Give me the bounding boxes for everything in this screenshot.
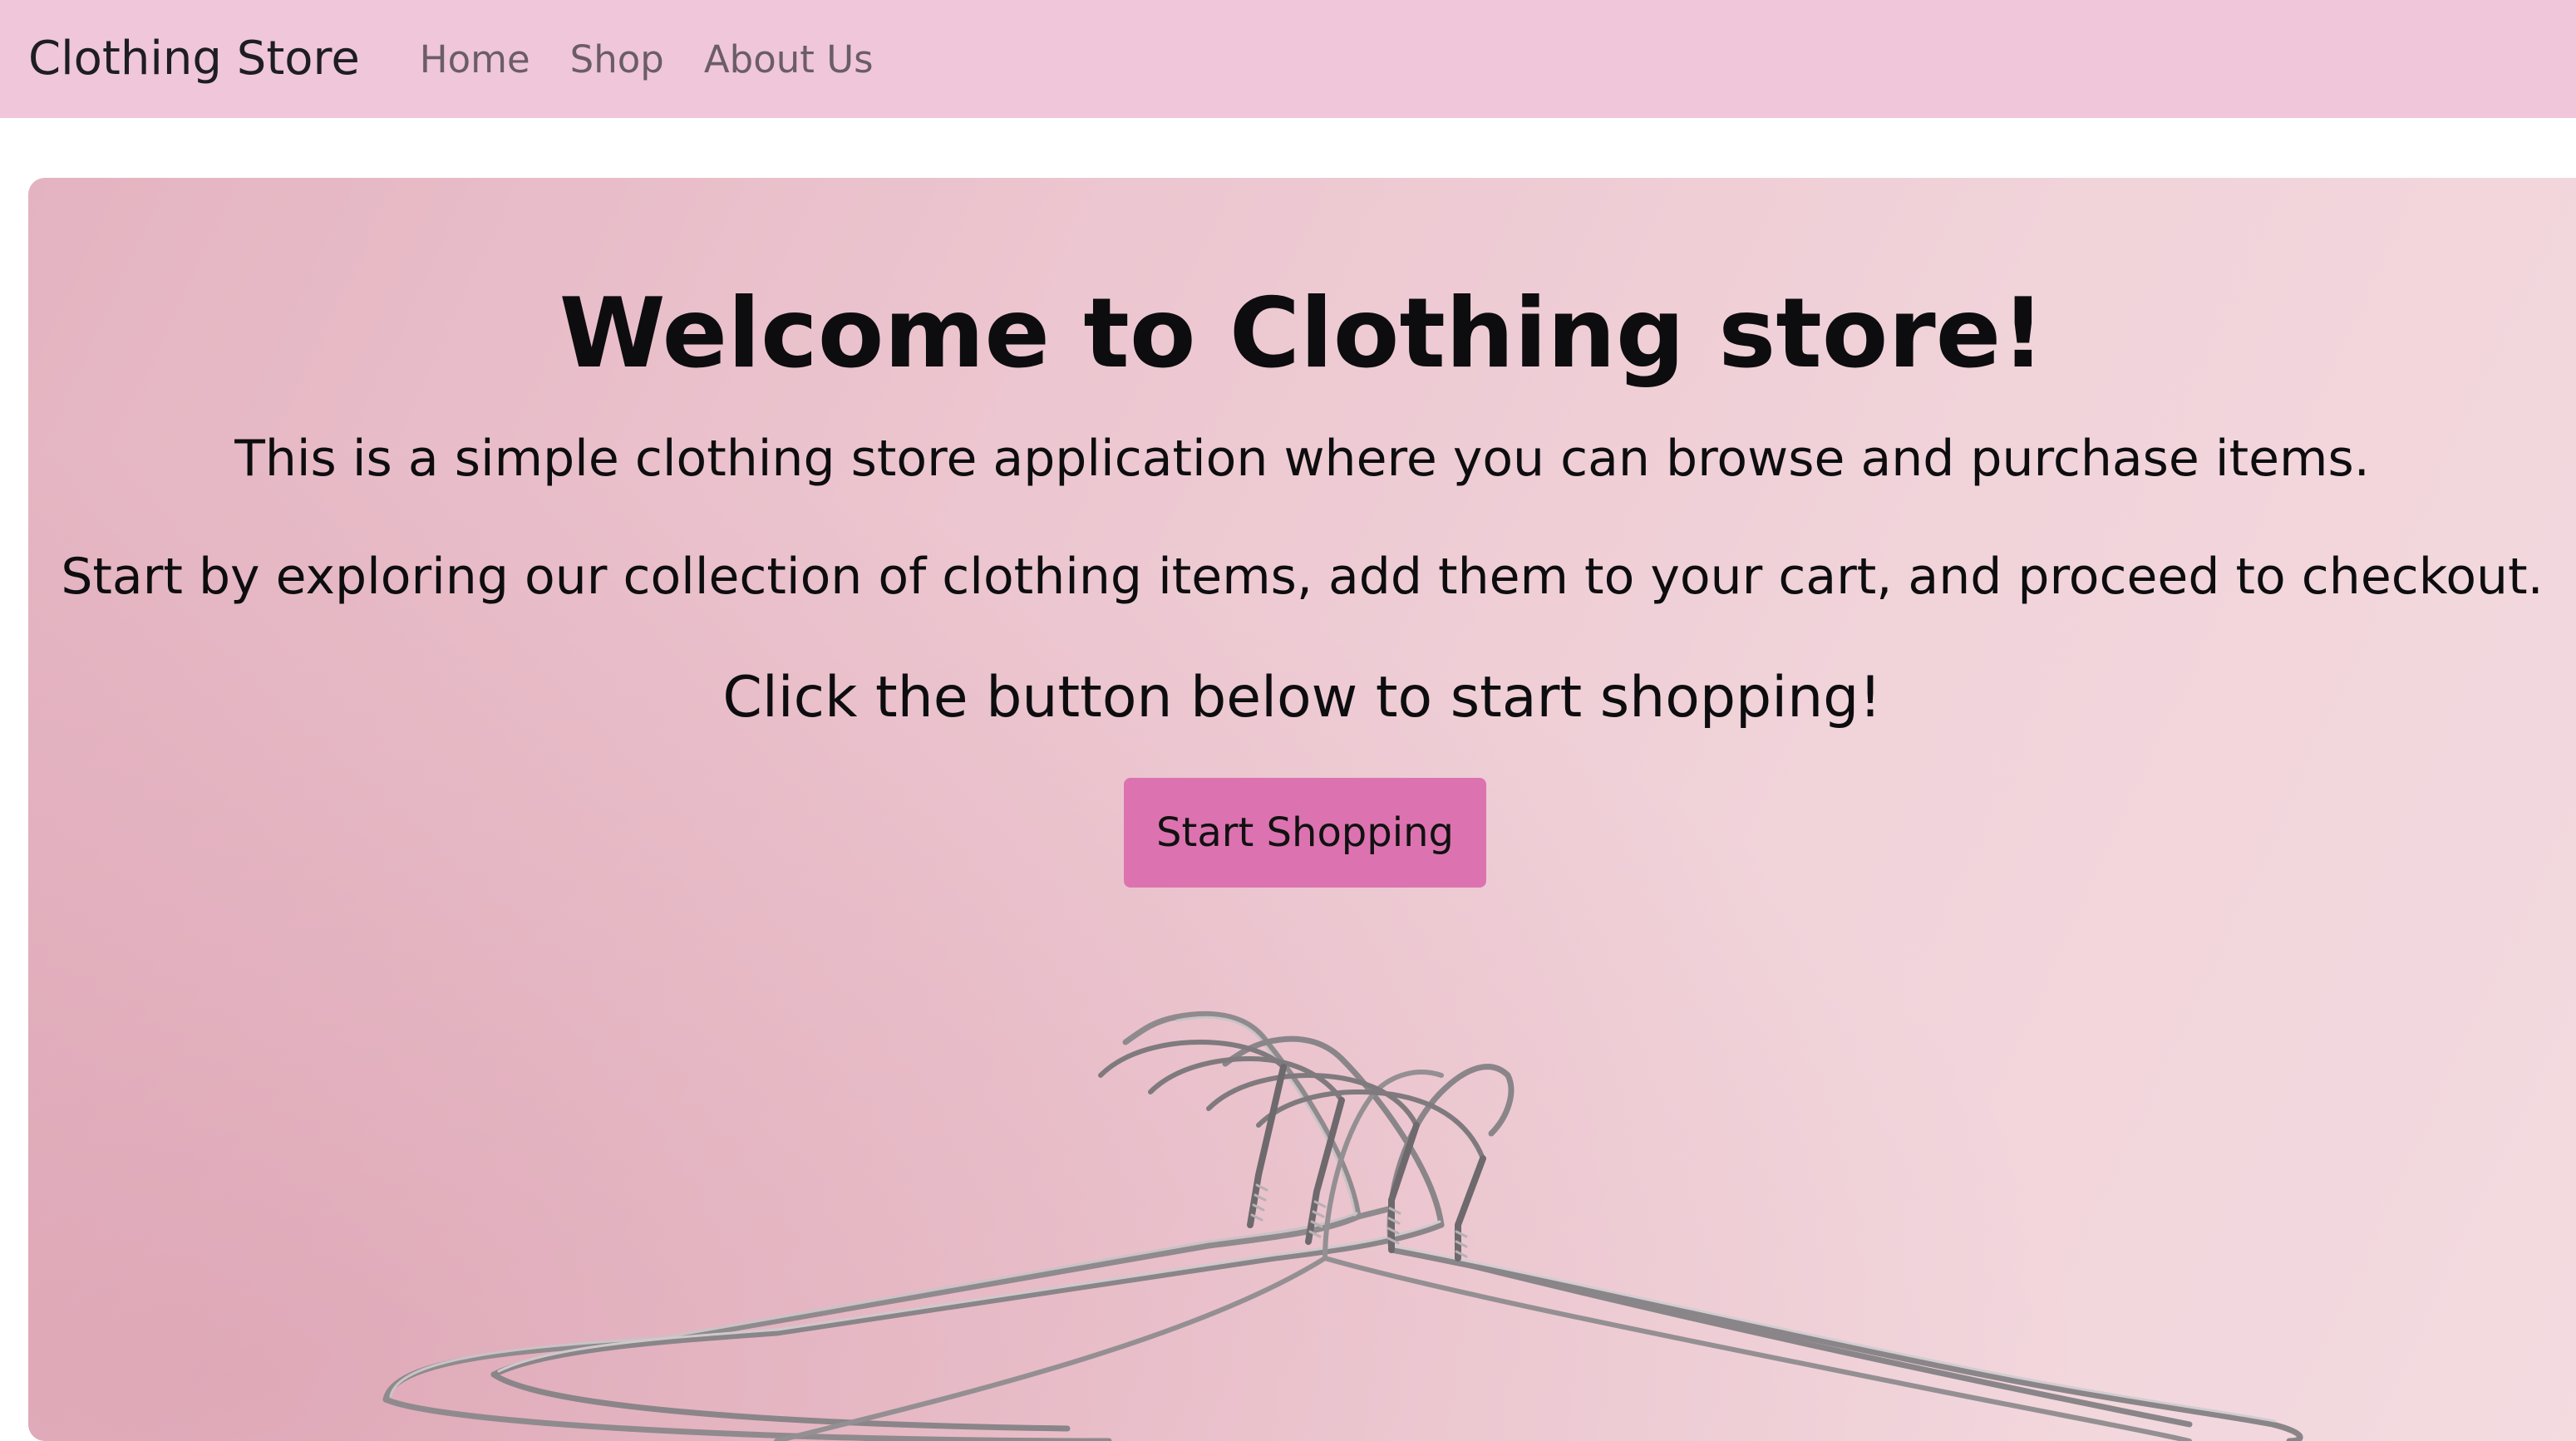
- hero-paragraph-cta: Click the button below to start shopping…: [722, 665, 1882, 730]
- hero-banner: Welcome to Clothing store! This is a sim…: [28, 178, 2576, 1441]
- hero-paragraph-explore: Start by exploring our collection of clo…: [61, 548, 2544, 606]
- navbar: Clothing Store Home Shop About Us: [0, 0, 2576, 118]
- hero-paragraph-intro: This is a simple clothing store applicat…: [234, 430, 2370, 488]
- nav-link-shop[interactable]: Shop: [570, 41, 664, 78]
- start-shopping-button[interactable]: Start Shopping: [1124, 778, 1486, 888]
- hero-title: Welcome to Clothing store!: [559, 278, 2046, 390]
- brand-logo[interactable]: Clothing Store: [28, 36, 360, 82]
- nav-link-home[interactable]: Home: [420, 41, 530, 78]
- nav-link-about-us[interactable]: About Us: [704, 41, 874, 78]
